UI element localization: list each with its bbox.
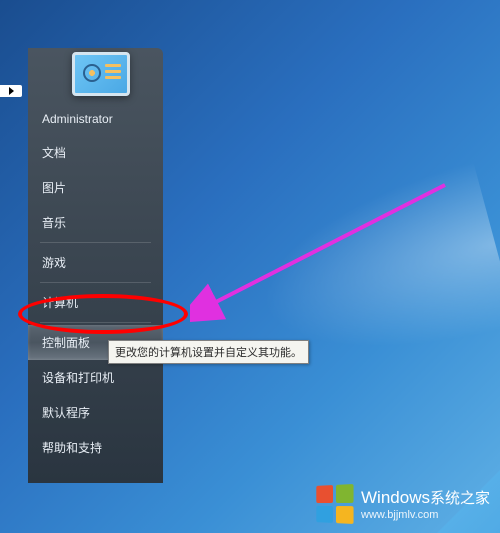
chevron-right-icon (9, 87, 14, 95)
pictures-link[interactable]: 图片 (28, 170, 163, 205)
watermark: Windows系统之家 www.bjjmlv.com (315, 485, 490, 523)
watermark-suffix: 系统之家 (430, 490, 490, 507)
user-name-link[interactable]: Administrator (28, 103, 163, 135)
devices-printers-link[interactable]: 设备和打印机 (28, 360, 163, 395)
music-link[interactable]: 音乐 (28, 205, 163, 240)
computer-link[interactable]: 计算机 (28, 285, 163, 320)
user-avatar[interactable] (72, 52, 130, 96)
watermark-brand: Windows (361, 488, 430, 507)
menu-separator (40, 282, 151, 283)
start-menu-right-panel: Administrator 文档 图片 音乐 游戏 计算机 控制面板 设备和打印… (28, 48, 163, 483)
watermark-url: www.bjjmlv.com (361, 509, 490, 521)
help-support-link[interactable]: 帮助和支持 (28, 430, 163, 465)
control-panel-icon (81, 60, 121, 88)
documents-link[interactable]: 文档 (28, 135, 163, 170)
panel-expand-tab[interactable] (0, 85, 22, 97)
games-link[interactable]: 游戏 (28, 245, 163, 280)
tooltip: 更改您的计算机设置并自定义其功能。 (108, 340, 309, 364)
desktop-light-streak (199, 147, 500, 413)
menu-separator (40, 322, 151, 323)
menu-separator (40, 242, 151, 243)
windows-logo-icon (316, 484, 353, 524)
default-programs-link[interactable]: 默认程序 (28, 395, 163, 430)
